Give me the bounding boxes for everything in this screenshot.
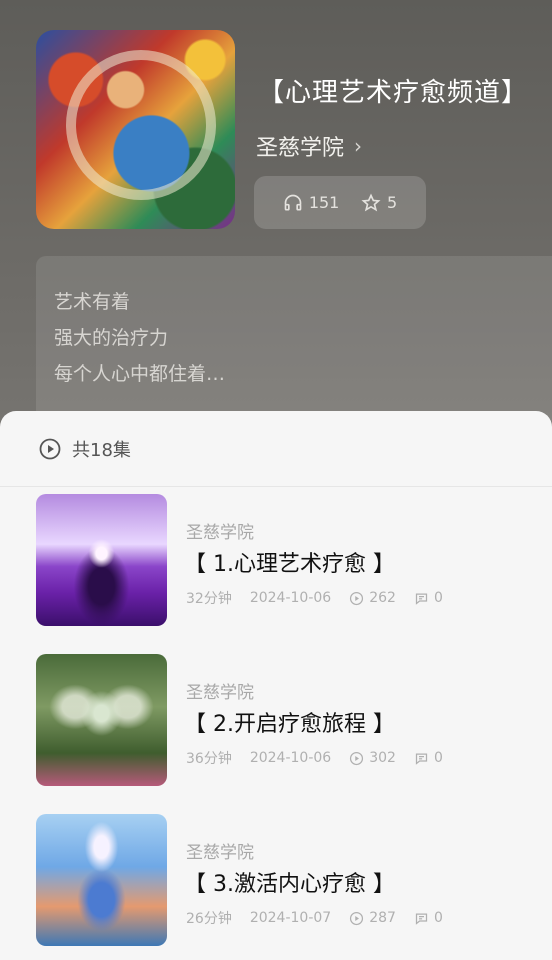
episode-meta: 36分钟 2024-10-06 302 0 — [186, 748, 443, 768]
episode-source: 圣慈学院 — [186, 683, 254, 703]
comment-icon — [415, 913, 428, 925]
headphones-icon — [284, 194, 302, 210]
episode-source: 圣慈学院 — [186, 523, 254, 543]
comment-icon — [415, 593, 428, 605]
comment-icon — [415, 753, 428, 765]
favorites-count: 5 — [386, 193, 398, 212]
episode-title: 【 1.心理艺术疗愈 】 — [184, 552, 395, 577]
listens-stat: 151 — [283, 193, 340, 213]
channel-title: 【心理艺术疗愈频道】 — [258, 78, 529, 108]
episode-list-sheet: 共18集 圣慈学院 【 1.心理艺术疗愈 】 32分钟 2024-10-06 2… — [0, 411, 552, 960]
episode-plays: 262 — [349, 590, 396, 606]
episode-title: 【 3.激活内心疗愈 】 — [184, 872, 395, 897]
play-circle-icon — [39, 438, 61, 459]
episode-item[interactable]: 圣慈学院 【 3.激活内心疗愈 】 26分钟 2024-10-07 287 0 — [36, 814, 516, 946]
episode-comments: 0 — [414, 750, 443, 766]
cover-art-ring — [66, 50, 216, 200]
episode-date: 2024-10-06 — [249, 590, 332, 606]
episode-count-label: 共18集 — [72, 439, 131, 461]
comments-count: 0 — [433, 750, 443, 766]
episode-meta: 32分钟 2024-10-06 262 0 — [186, 588, 443, 608]
description-line: 艺术有着 — [54, 291, 131, 313]
comments-count: 0 — [433, 590, 443, 606]
channel-cover-image — [36, 30, 235, 229]
episode-thumbnail — [36, 814, 167, 946]
star-icon — [361, 193, 381, 211]
chevron-right-icon: › — [354, 134, 363, 158]
plays-count: 287 — [369, 910, 396, 926]
episode-count-row[interactable]: 共18集 — [0, 411, 552, 487]
episode-comments: 0 — [414, 590, 443, 606]
episode-duration: 32分钟 — [186, 591, 232, 607]
play-circle-icon — [350, 911, 364, 925]
favorites-stat[interactable]: 5 — [361, 193, 397, 213]
episode-plays: 302 — [349, 750, 396, 766]
channel-description[interactable]: 艺术有着 强大的治疗力 每个人心中都住着… — [36, 256, 552, 426]
description-line: 强大的治疗力 — [54, 327, 169, 349]
episode-source: 圣慈学院 — [186, 843, 254, 863]
play-circle-icon — [350, 591, 364, 605]
plays-count: 302 — [369, 750, 396, 766]
episode-item[interactable]: 圣慈学院 【 1.心理艺术疗愈 】 32分钟 2024-10-06 262 0 — [36, 494, 516, 626]
plays-count: 262 — [369, 590, 396, 606]
episode-duration: 26分钟 — [186, 911, 232, 927]
episode-meta: 26分钟 2024-10-07 287 0 — [186, 908, 443, 928]
channel-stats: 151 5 — [254, 176, 426, 229]
episode-date: 2024-10-07 — [249, 910, 332, 926]
comments-count: 0 — [433, 910, 443, 926]
episode-title: 【 2.开启疗愈旅程 】 — [184, 712, 395, 737]
episode-thumbnail — [36, 494, 167, 626]
episode-date: 2024-10-06 — [249, 750, 332, 766]
author-link[interactable]: 圣慈学院 › — [256, 130, 362, 162]
play-circle-icon — [350, 751, 364, 765]
episode-thumbnail — [36, 654, 167, 786]
listens-count: 151 — [308, 193, 340, 212]
author-name: 圣慈学院 — [256, 136, 345, 161]
episode-plays: 287 — [349, 910, 396, 926]
episode-comments: 0 — [414, 910, 443, 926]
episode-item[interactable]: 圣慈学院 【 2.开启疗愈旅程 】 36分钟 2024-10-06 302 0 — [36, 654, 516, 786]
episode-duration: 36分钟 — [186, 751, 232, 767]
description-line: 每个人心中都住着… — [54, 363, 226, 385]
